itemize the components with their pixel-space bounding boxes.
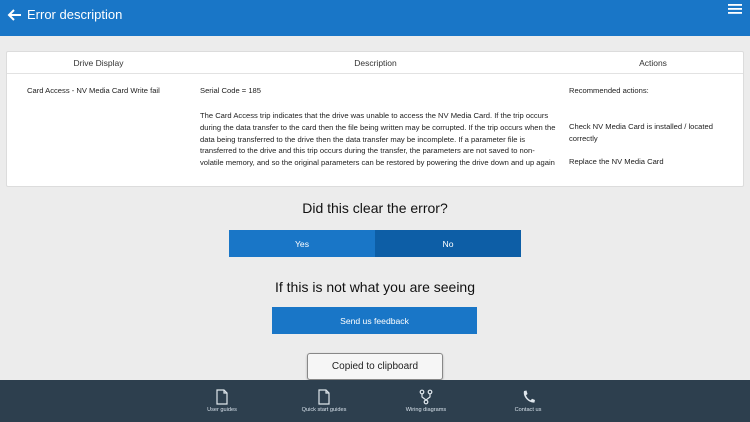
- nav-label: Quick start guides: [301, 407, 347, 413]
- document-icon: [216, 389, 228, 405]
- error-table: Drive Display Description Actions Card A…: [6, 51, 744, 187]
- serial-code: Serial Code = 185: [200, 86, 262, 95]
- table-header: Drive Display Description Actions: [7, 52, 743, 74]
- feedback-prompt: If this is not what you are seeing: [275, 279, 475, 295]
- drive-display-value: Card Access - NV Media Card Write fail: [27, 86, 160, 95]
- description-text: The Card Access trip indicates that the …: [200, 111, 556, 168]
- nav-wiring-diagrams[interactable]: Wiring diagrams: [376, 380, 476, 422]
- page-title: Error description: [27, 7, 123, 22]
- clear-error-question: Did this clear the error?: [302, 200, 448, 216]
- nav-label: User guides: [207, 407, 237, 413]
- column-header-actions: Actions: [639, 58, 667, 68]
- menu-icon[interactable]: [728, 3, 742, 15]
- yes-button[interactable]: Yes: [229, 230, 375, 257]
- back-arrow-icon[interactable]: [6, 6, 24, 24]
- actions-title: Recommended actions:: [569, 86, 649, 95]
- no-button[interactable]: No: [375, 230, 521, 257]
- nav-label: Wiring diagrams: [405, 407, 447, 413]
- bottom-nav: User guides Quick start guides Wiring di…: [0, 380, 750, 422]
- action-item: Check NV Media Card is installed / locat…: [569, 122, 713, 143]
- column-header-drive-display: Drive Display: [73, 58, 124, 68]
- nav-contact-us[interactable]: Contact us: [478, 380, 578, 422]
- copied-to-clipboard-toast: Copied to clipboard: [307, 353, 443, 380]
- nav-user-guides[interactable]: User guides: [172, 380, 272, 422]
- app-bar: Error description: [0, 0, 750, 36]
- wiring-icon: [419, 389, 433, 405]
- send-feedback-button[interactable]: Send us feedback: [272, 307, 477, 334]
- nav-quick-start-guides[interactable]: Quick start guides: [274, 380, 374, 422]
- phone-icon: [523, 390, 535, 403]
- column-header-description: Description: [354, 58, 397, 68]
- nav-label: Contact us: [514, 407, 542, 413]
- action-item: Replace the NV Media Card: [569, 157, 664, 166]
- document-icon: [318, 389, 330, 405]
